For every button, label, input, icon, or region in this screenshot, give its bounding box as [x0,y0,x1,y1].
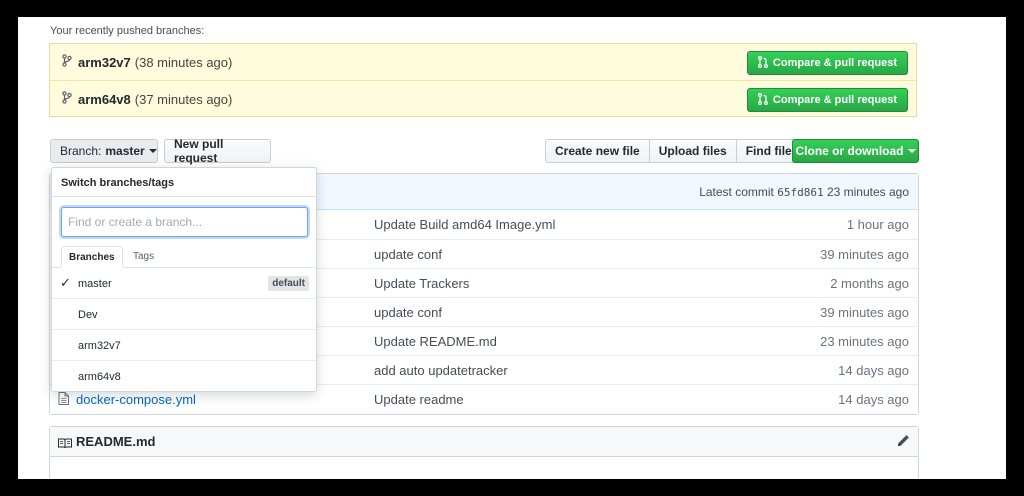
branch-item-master[interactable]: ✓ master default [52,268,316,299]
clone-download-label: Clone or download [795,144,904,158]
new-pull-request-button[interactable]: New pull request [164,137,271,165]
branch-item-arm64v8[interactable]: arm64v8 [52,361,316,392]
latest-commit-time: 23 minutes ago [826,185,909,199]
branch-item-label: arm32v7 [78,340,121,352]
branch-select-button[interactable]: Branch: master [50,139,158,163]
git-pull-request-icon [757,55,768,71]
latest-commit-label: Latest commit [699,185,774,199]
commit-sha-link[interactable]: 65fd861 [777,186,823,199]
caret-down-icon [907,149,916,153]
branch-select-value: master [105,144,145,158]
branch-filter-input[interactable] [61,207,308,237]
clone-download-button[interactable]: Clone or download [792,139,919,163]
tab-tags[interactable]: Tags [126,246,161,267]
readme-header: README.md [50,427,918,457]
latest-commit-info: Latest commit 65fd861 23 minutes ago [699,185,909,199]
commit-message-link[interactable]: Update Build amd64 Image.yml [374,217,555,232]
file-name-link[interactable]: docker-compose.yml [76,392,196,407]
recent-branch-info: arm32v7 (38 minutes ago) [62,54,232,70]
branch-item-label: arm64v8 [78,371,121,383]
branch-dropdown: Switch branches/tags Branches Tags ✓ mas… [51,167,317,392]
dropdown-title: Switch branches/tags [61,177,175,189]
branch-item-dev[interactable]: Dev [52,299,316,330]
branch-item-label: master [78,278,112,290]
divider [52,196,316,197]
default-badge: default [268,276,309,291]
commit-message-link[interactable]: add auto updatetracker [374,363,508,378]
recent-branch-banner: arm64v8 (37 minutes ago) Compare & pull … [49,80,917,117]
dropdown-tabs: Branches Tags [52,246,316,268]
recent-branch-banner: arm32v7 (38 minutes ago) Compare & pull … [49,43,917,80]
git-pull-request-icon [757,92,768,108]
commit-age: 14 days ago [838,392,909,407]
recent-branch-info: arm64v8 (37 minutes ago) [62,91,232,107]
commit-message-link[interactable]: Update Trackers [374,276,469,291]
tab-branches[interactable]: Branches [61,246,123,268]
create-new-file-button[interactable]: Create new file [545,139,650,163]
caret-down-icon [148,149,157,153]
branch-item-arm32v7[interactable]: arm32v7 [52,330,316,361]
git-branch-icon [62,54,74,70]
branch-item-label: Dev [78,309,98,321]
commit-message-link[interactable]: update conf [374,247,442,262]
commit-message-link[interactable]: Update readme [374,392,464,407]
commit-age: 39 minutes ago [820,247,909,262]
book-icon [58,436,72,449]
pencil-icon[interactable] [897,434,910,452]
compare-pull-request-button[interactable]: Compare & pull request [746,88,908,112]
git-branch-icon [62,91,74,107]
commit-message-link[interactable]: update conf [374,305,442,320]
readme-panel: README.md [49,426,919,479]
commit-age: 14 days ago [838,363,909,378]
recent-branch-name[interactable]: arm64v8 [78,92,131,107]
branch-select-prefix: Branch: [60,144,102,158]
compare-pull-request-label: Compare & pull request [772,94,897,106]
commit-age: 2 months ago [830,276,909,291]
readme-title: README.md [76,434,156,449]
recent-branch-name[interactable]: arm32v7 [78,55,131,70]
commit-message-link[interactable]: Update README.md [374,334,497,349]
recent-branches-title: Your recently pushed branches: [50,25,205,37]
commit-age: 23 minutes ago [820,334,909,349]
check-icon: ✓ [60,275,71,290]
recent-branch-time: (37 minutes ago) [134,91,233,107]
file-actions-group: Create new file Upload files Find file [545,139,802,163]
upload-files-button[interactable]: Upload files [648,139,737,163]
compare-pull-request-label: Compare & pull request [772,57,897,69]
compare-pull-request-button[interactable]: Compare & pull request [746,51,908,75]
commit-age: 1 hour ago [846,217,909,232]
recent-branch-time: (38 minutes ago) [134,54,233,70]
file-icon [58,392,69,405]
github-repo-page: Your recently pushed branches: arm32v7 (… [18,17,1006,479]
commit-age: 39 minutes ago [820,305,909,320]
